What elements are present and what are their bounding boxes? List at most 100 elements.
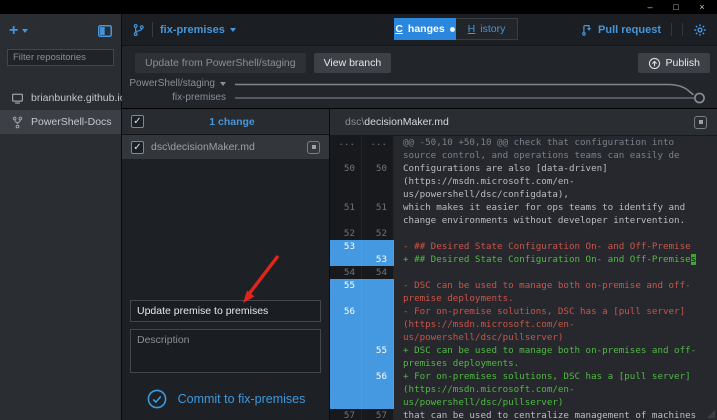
separator bbox=[152, 22, 153, 37]
diff-body: ...... @@ -50,10 +50,10 @@ check that con… bbox=[330, 136, 717, 420]
new-line-number[interactable]: 54 bbox=[362, 266, 394, 279]
diff-line-text: + For on-premises solutions, DSC has a [… bbox=[403, 371, 691, 408]
add-repository-button[interactable]: + bbox=[9, 23, 29, 39]
old-line-number[interactable] bbox=[330, 253, 362, 266]
diff-file-path: dsc\decisionMaker.md bbox=[345, 116, 449, 128]
diff-line-text: - For on-premise solutions, DSC has a [p… bbox=[403, 306, 686, 343]
diff-row-context: 57 57 that can be used to centralize manag… bbox=[330, 409, 717, 420]
old-line-number[interactable]: 52 bbox=[330, 227, 362, 240]
changed-file-name: dsc\decisionMaker.md bbox=[151, 141, 255, 153]
fork-icon bbox=[11, 116, 24, 129]
repository-sidebar: + brianbunke.github.io PowerShell-Docs bbox=[0, 14, 126, 420]
old-line-number[interactable] bbox=[330, 370, 362, 409]
old-line-number[interactable]: 57 bbox=[330, 409, 362, 420]
commit-description-input[interactable] bbox=[130, 329, 321, 373]
changes-count-label: 1 change bbox=[209, 115, 255, 128]
changes-badge-dot bbox=[449, 26, 455, 32]
new-line-number[interactable]: 57 bbox=[362, 409, 394, 420]
sidebar-toggle-icon bbox=[98, 25, 112, 37]
publish-button[interactable]: Publish bbox=[637, 53, 710, 73]
commit-dot bbox=[694, 92, 705, 104]
computer-icon bbox=[11, 92, 24, 105]
main-panel: fix-premises Changes History Pull reques… bbox=[122, 14, 717, 420]
compare-branch-label[interactable]: PowerShell/staging bbox=[122, 78, 226, 89]
gear-icon bbox=[694, 23, 706, 36]
diff-row-hunk: ...... @@ -50,10 +50,10 @@ check that con… bbox=[330, 136, 717, 162]
tab-changes[interactable]: Changes bbox=[394, 18, 456, 40]
app-body: + brianbunke.github.io PowerShell-Docs bbox=[0, 14, 717, 420]
separator bbox=[671, 23, 672, 36]
modified-file-icon bbox=[694, 115, 707, 129]
diff-row-removed: 53 - ## Desired State Configuration On- a… bbox=[330, 240, 717, 253]
diff-row-added: 55 + DSC can be used to manage both on-pr… bbox=[330, 344, 717, 370]
select-all-checkbox[interactable]: ✓ bbox=[131, 115, 144, 128]
commit-summary-input[interactable] bbox=[130, 300, 321, 322]
old-line-number[interactable]: 51 bbox=[330, 201, 362, 227]
word-diff-highlight: s bbox=[690, 254, 697, 265]
new-line-number[interactable]: 52 bbox=[362, 227, 394, 240]
diff-line-text: - DSC can be used to manage both on-prem… bbox=[403, 280, 691, 304]
commit-form: Commit to fix-premises bbox=[130, 300, 321, 413]
new-line-number[interactable] bbox=[362, 305, 394, 344]
new-line-number[interactable]: ... bbox=[362, 136, 394, 162]
close-button[interactable]: × bbox=[697, 2, 707, 12]
diff-row-added: 53 + ## Desired State Configuration On- a… bbox=[330, 253, 717, 266]
minimize-button[interactable]: – bbox=[645, 2, 655, 12]
old-line-number[interactable]: 50 bbox=[330, 162, 362, 201]
diff-row-context: 52 52 bbox=[330, 227, 717, 240]
diff-line-text: - ## Desired State Configuration On- and… bbox=[403, 241, 691, 252]
old-line-number[interactable]: 53 bbox=[330, 240, 362, 253]
diff-panel: dsc\decisionMaker.md ...... @@ -50,10 +50… bbox=[330, 109, 717, 420]
old-line-number[interactable]: 54 bbox=[330, 266, 362, 279]
diff-row-context: 50 50 Configurations are also [data-driven… bbox=[330, 162, 717, 201]
modified-file-icon bbox=[307, 140, 320, 154]
old-line-number[interactable] bbox=[330, 344, 362, 370]
diff-line-text: + ## Desired State Configuration On- and… bbox=[403, 254, 697, 265]
filter-repositories-input[interactable] bbox=[7, 49, 114, 66]
diff-line-text bbox=[394, 227, 717, 240]
current-branch-graph-label: fix-premises bbox=[122, 92, 226, 103]
repo-item[interactable]: PowerShell-Docs bbox=[0, 110, 121, 134]
view-branch-button[interactable]: View branch bbox=[313, 53, 392, 73]
diff-line-text: that can be used to centralize managemen… bbox=[403, 410, 697, 420]
diff-line-text: + DSC can be used to manage both on-prem… bbox=[403, 345, 697, 369]
repo-name: PowerShell-Docs bbox=[31, 116, 112, 128]
new-line-number[interactable]: 53 bbox=[362, 253, 394, 266]
changes-panel: ✓ 1 change ✓ dsc\decisionMaker.md Update… bbox=[122, 109, 330, 420]
new-line-number[interactable] bbox=[362, 279, 394, 305]
compare-branch-name: PowerShell/staging bbox=[129, 78, 215, 89]
changed-file-row[interactable]: ✓ dsc\decisionMaker.md bbox=[122, 135, 329, 159]
new-line-number[interactable]: 51 bbox=[362, 201, 394, 227]
toggle-sidebar-button[interactable] bbox=[98, 25, 112, 37]
diff-file-header: dsc\decisionMaker.md bbox=[330, 109, 717, 136]
old-line-number[interactable]: 56 bbox=[330, 305, 362, 344]
maximize-button[interactable]: □ bbox=[671, 2, 681, 12]
repo-name: brianbunke.github.io bbox=[31, 92, 126, 104]
diff-row-context: 54 54 bbox=[330, 266, 717, 279]
content-area: ✓ 1 change ✓ dsc\decisionMaker.md Update… bbox=[122, 108, 717, 420]
repo-list: brianbunke.github.io PowerShell-Docs bbox=[0, 86, 126, 134]
update-from-branch-button[interactable]: Update from PowerShell/staging bbox=[135, 53, 306, 73]
pull-request-icon bbox=[582, 24, 592, 36]
file-include-checkbox[interactable]: ✓ bbox=[131, 140, 144, 154]
new-line-number[interactable]: 55 bbox=[362, 344, 394, 370]
old-line-number[interactable]: 55 bbox=[330, 279, 362, 305]
tab-history[interactable]: History bbox=[456, 18, 518, 40]
chevron-down-icon bbox=[220, 81, 226, 86]
toolbar-right: Pull request bbox=[581, 23, 707, 37]
commit-button[interactable]: Commit to fix-premises bbox=[130, 385, 321, 413]
window-controls: – □ × bbox=[645, 2, 707, 12]
current-branch-name: fix-premises bbox=[172, 92, 226, 103]
new-line-number[interactable]: 50 bbox=[362, 162, 394, 201]
pull-request-button[interactable]: Pull request bbox=[581, 23, 661, 36]
diff-line-text: @@ -50,10 +50,10 @@ check that configura… bbox=[403, 137, 680, 161]
settings-button[interactable] bbox=[693, 23, 707, 37]
repo-item[interactable]: brianbunke.github.io bbox=[0, 86, 126, 110]
new-line-number[interactable] bbox=[362, 240, 394, 253]
old-line-number[interactable]: ... bbox=[330, 136, 362, 162]
branch-switcher[interactable]: fix-premises bbox=[132, 22, 236, 37]
new-line-number[interactable]: 56 bbox=[362, 370, 394, 409]
diff-row-context: 51 51 which makes it easier for ops teams … bbox=[330, 201, 717, 227]
chevron-down-icon bbox=[229, 27, 236, 32]
resize-grip[interactable] bbox=[707, 410, 715, 418]
